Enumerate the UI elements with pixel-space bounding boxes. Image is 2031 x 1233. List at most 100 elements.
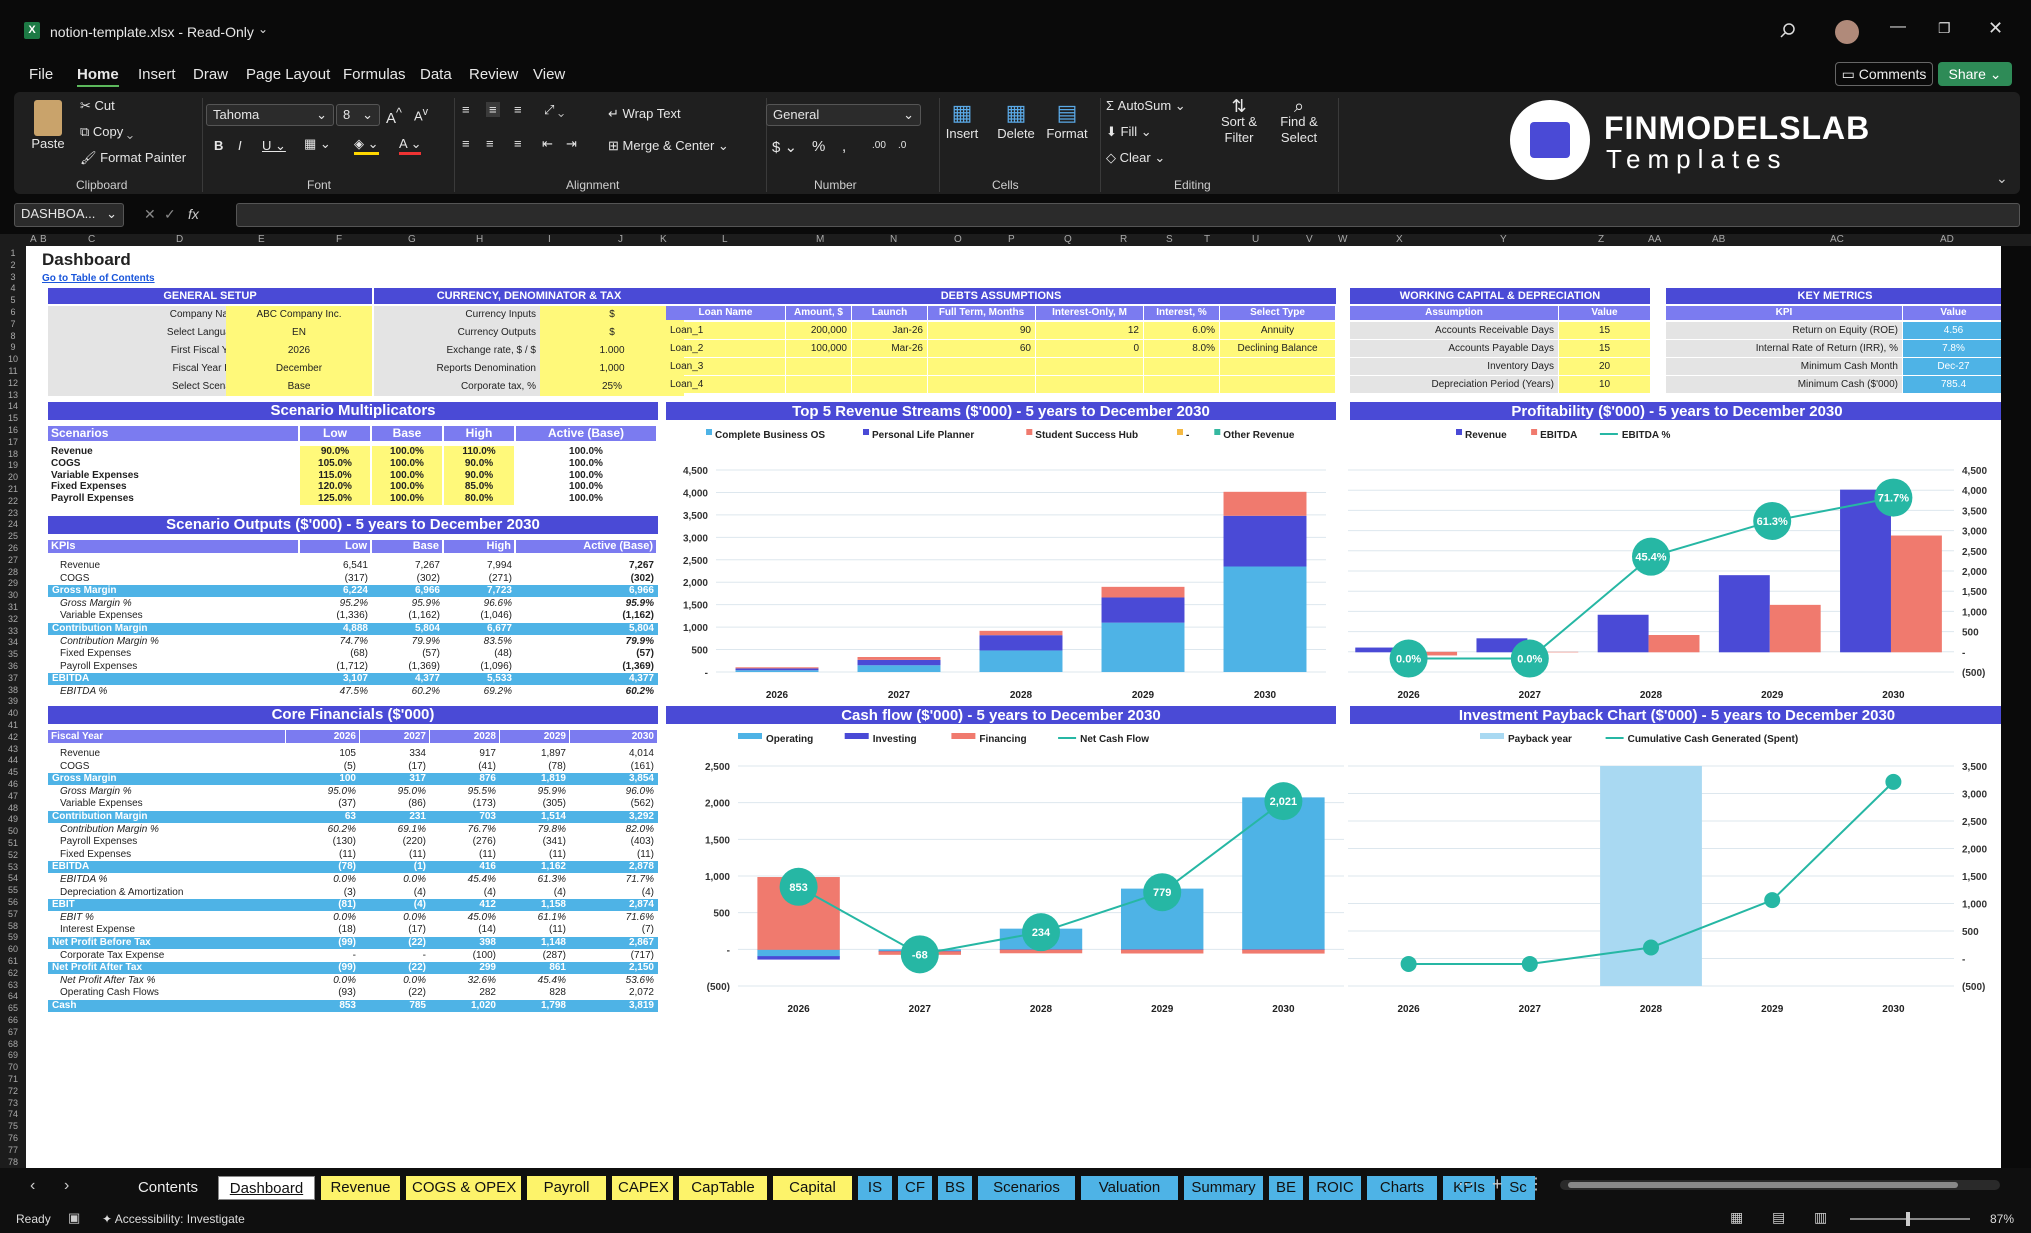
row-number[interactable]: 64 [0,991,26,1001]
row-number[interactable]: 24 [0,519,26,529]
sheet-tab[interactable]: Summary [1184,1176,1263,1200]
row-number[interactable]: 59 [0,932,26,942]
restore-icon[interactable]: ❐ [1938,20,1951,37]
column-header[interactable]: S [1166,234,1173,245]
options-icon[interactable]: ⋮ [1528,1174,1544,1194]
next-sheet-icon[interactable]: › [64,1177,69,1195]
row-number[interactable]: 60 [0,944,26,954]
row-number[interactable]: 50 [0,826,26,836]
row-number[interactable]: 13 [0,390,26,400]
zoom-level[interactable]: 87% [1990,1212,2014,1226]
menu-page-layout[interactable]: Page Layout [246,66,330,83]
shrink-font-icon[interactable]: Av [414,106,428,123]
collapse-ribbon-icon[interactable]: ⌄ [1996,170,2008,187]
row-number[interactable]: 66 [0,1015,26,1025]
sheet-tab[interactable]: ROIC [1309,1176,1361,1200]
add-sheet-icon[interactable]: + [1492,1174,1503,1195]
window-title[interactable]: notion-template.xlsx - Read-Only [50,24,254,40]
menu-view[interactable]: View [533,66,565,83]
font-color-icon[interactable]: A ⌄ [399,136,422,155]
sheet-tab[interactable]: Revenue [321,1176,400,1200]
column-header[interactable]: X [1396,234,1403,245]
row-number[interactable]: 27 [0,555,26,565]
row-number[interactable]: 36 [0,661,26,671]
avatar[interactable] [1835,20,1859,44]
row-number[interactable]: 18 [0,449,26,459]
macro-icon[interactable]: ▣ [68,1210,80,1226]
align-middle-icon[interactable]: ≡ [486,102,500,117]
column-header[interactable]: U [1252,234,1259,245]
row-number[interactable]: 32 [0,614,26,624]
row-number[interactable]: 70 [0,1062,26,1072]
column-header[interactable]: L [722,234,728,245]
row-number[interactable]: 67 [0,1027,26,1037]
row-number[interactable]: 15 [0,413,26,423]
column-header[interactable]: B [40,234,47,245]
row-number[interactable]: 14 [0,401,26,411]
column-header[interactable]: A [30,234,37,245]
row-number[interactable]: 37 [0,673,26,683]
font-size-select[interactable]: 8 ⌄ [336,104,380,126]
column-header[interactable]: C [88,234,95,245]
find-select-button[interactable]: ⌕ Find & Select [1266,97,1332,146]
close-icon[interactable]: ✕ [1988,18,2003,39]
row-number[interactable]: 56 [0,897,26,907]
column-header[interactable]: H [476,234,483,245]
column-header[interactable]: AD [1940,234,1954,245]
row-number[interactable]: 12 [0,378,26,388]
row-number[interactable]: 47 [0,791,26,801]
row-number[interactable]: 40 [0,708,26,718]
orientation-icon[interactable]: ⤢ ⌄ [544,102,564,118]
sheet-tab[interactable]: Payroll [527,1176,606,1200]
fill-button[interactable]: ⬇ Fill ⌄ [1106,124,1152,140]
sort-filter-button[interactable]: ⇅ Sort & Filter [1206,97,1272,146]
sheet-tab[interactable]: CAPEX [612,1176,673,1200]
row-number[interactable]: 54 [0,873,26,883]
row-number[interactable]: 19 [0,460,26,470]
row-number[interactable]: 2 [0,260,26,270]
row-number[interactable]: 9 [0,342,26,352]
menu-review[interactable]: Review [469,66,518,83]
row-number[interactable]: 48 [0,803,26,813]
sheet-tab[interactable]: Charts [1367,1176,1437,1200]
row-number[interactable]: 71 [0,1074,26,1084]
row-number[interactable]: 4 [0,283,26,293]
column-header[interactable]: AC [1830,234,1844,245]
row-number[interactable]: 10 [0,354,26,364]
row-number[interactable]: 38 [0,685,26,695]
menu-draw[interactable]: Draw [193,66,228,83]
row-number[interactable]: 55 [0,885,26,895]
column-header[interactable]: Y [1500,234,1507,245]
column-header[interactable]: O [954,234,962,245]
row-number[interactable]: 33 [0,626,26,636]
zoom-slider[interactable] [1850,1212,1970,1226]
column-header[interactable]: AB [1712,234,1725,245]
column-header[interactable]: I [548,234,551,245]
sheet-tab[interactable]: CF [898,1176,932,1200]
row-number[interactable]: 68 [0,1039,26,1049]
row-number[interactable]: 51 [0,838,26,848]
row-number[interactable]: 72 [0,1086,26,1096]
row-number[interactable]: 58 [0,921,26,931]
row-number[interactable]: 65 [0,1003,26,1013]
row-number[interactable]: 29 [0,578,26,588]
insert-cells-button[interactable]: ▦ Insert [940,100,984,141]
row-number[interactable]: 8 [0,331,26,341]
grow-font-icon[interactable]: A^ [386,106,402,127]
sheet-tab[interactable]: Dashboard [218,1176,315,1200]
decrease-indent-icon[interactable]: ⇤ [542,136,553,152]
row-number[interactable]: 63 [0,980,26,990]
sheet-tab[interactable]: Capital [773,1176,852,1200]
format-cells-button[interactable]: ▤ Format [1042,100,1092,141]
column-header[interactable]: M [816,234,824,245]
column-header[interactable]: T [1204,234,1210,245]
increase-decimal-icon[interactable]: .00 [872,140,886,151]
row-number[interactable]: 43 [0,744,26,754]
align-left-icon[interactable]: ≡ [462,136,470,151]
menu-formulas[interactable]: Formulas [343,66,406,83]
minimize-icon[interactable]: — [1890,18,1906,36]
comments-button[interactable]: ▭ Comments [1835,62,1933,86]
search-icon[interactable] [1780,22,1796,38]
row-number[interactable]: 74 [0,1109,26,1119]
fx-icon[interactable]: fx [188,206,199,222]
